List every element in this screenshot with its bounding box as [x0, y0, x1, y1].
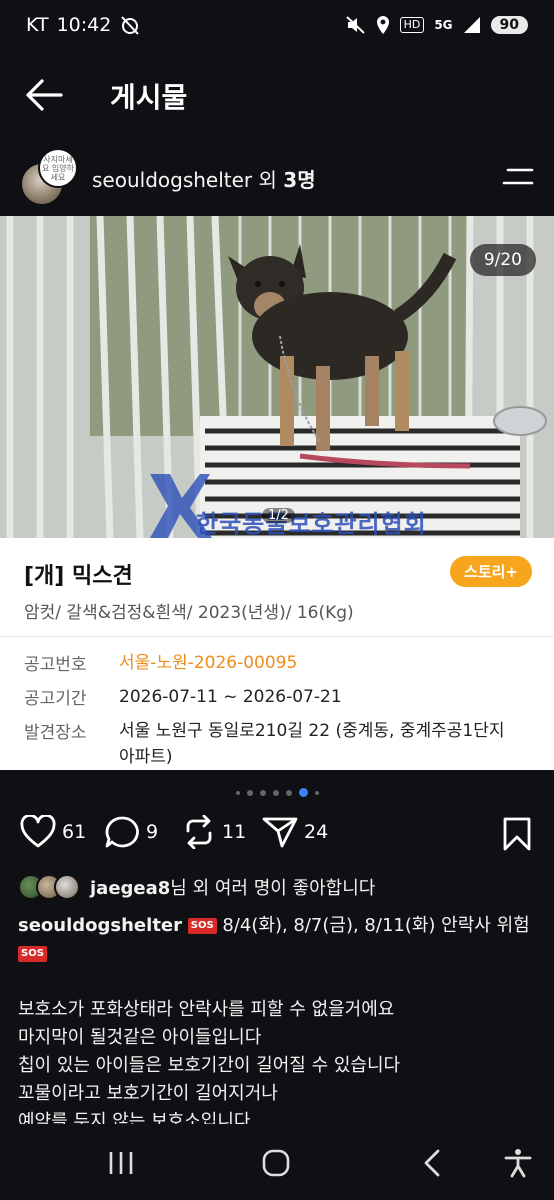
share-count: 24: [304, 821, 329, 843]
carousel-dot-active: [298, 788, 308, 797]
caption-line: 보호소가 포화상태라 안락사를 피할 수 없을거에요: [18, 999, 395, 1020]
top-app-bar: 게시물: [0, 60, 554, 130]
back-nav-icon[interactable]: [418, 1148, 448, 1178]
heart-icon[interactable]: [20, 815, 56, 849]
menu-icon[interactable]: [502, 166, 534, 188]
caption-line: 마지막이 될것같은 아이들입니다: [18, 1027, 262, 1048]
like-count: 61: [62, 821, 87, 843]
like-button[interactable]: 61: [20, 815, 86, 849]
hd-badge: HD: [399, 17, 425, 33]
alarm-off-icon: [121, 16, 140, 35]
found-location-row: 발견장소 서울 노원구 동일로210길 22 (중계동, 중계주공1단지아파트): [24, 718, 519, 770]
send-icon[interactable]: [262, 815, 298, 849]
location-icon: [376, 16, 389, 34]
page-title: 게시물: [110, 81, 188, 114]
animal-info-card[interactable]: [개] 믹스견 스토리+ 암컷/ 갈색&검정&흰색/ 2023(년생)/ 16(…: [0, 538, 554, 770]
post-owner[interactable]: seouldogshelter 외 3명: [92, 164, 316, 193]
animal-title: [개] 믹스견: [24, 564, 133, 589]
comment-button[interactable]: 9: [104, 815, 158, 849]
carousel-dot: [272, 789, 279, 796]
post-header: 사지마세요 입양하세요 seouldogshelter 외 3명: [0, 148, 554, 208]
sos-emoji: SOS: [187, 918, 217, 934]
comment-count: 9: [146, 821, 159, 843]
caption-line: 칩이 있는 아이들은 보호기간이 길어질 수 있습니다: [18, 1055, 401, 1076]
notice-number-value: 서울-노원-2026-00095: [119, 653, 298, 673]
clock: 10:42: [56, 14, 112, 36]
caption-line: 예약를 두지 않는 보호소입니다: [18, 1111, 251, 1124]
carrier-label: KT: [26, 14, 49, 36]
story-button[interactable]: 스토리+: [450, 556, 532, 587]
post-caption: seouldogshelter SOS 8/4(화), 8/7(금), 8/11…: [18, 912, 538, 1124]
comment-icon[interactable]: [104, 815, 140, 849]
liker-username[interactable]: jaegea8: [90, 878, 170, 899]
divider: [0, 636, 554, 637]
carousel-dots: [0, 788, 554, 797]
photo-counter: 9/20: [469, 244, 536, 276]
row-label: 발견장소: [24, 723, 87, 743]
caption-username[interactable]: seouldogshelter: [18, 915, 182, 936]
carousel-dot: [285, 789, 292, 796]
repost-count: 11: [222, 821, 247, 843]
owner-suffix: 외: [258, 168, 277, 192]
carousel-dot: [314, 790, 319, 795]
owner-count[interactable]: 3명: [283, 168, 315, 192]
liked-by-text: jaegea8님 외 여러 명이 좋아합니다: [90, 874, 375, 900]
home-icon[interactable]: [261, 1148, 291, 1178]
action-bar: 61 9 11 24: [0, 815, 554, 859]
notice-period-value: 2026-07-11 ~ 2026-07-21: [119, 687, 342, 707]
avatar-badge: 사지마세요 입양하세요: [38, 148, 78, 188]
system-nav-bar: [0, 1128, 554, 1200]
carousel-dot: [259, 789, 266, 796]
photo-watermark: 한국동물보호관리협회: [196, 510, 427, 538]
notice-period-row: 공고기간 2026-07-11 ~ 2026-07-21: [24, 684, 519, 710]
status-bar: KT 10:42 HD 5G 90: [0, 0, 554, 50]
repost-icon[interactable]: [182, 815, 216, 849]
row-label: 공고번호: [24, 655, 87, 675]
repost-button[interactable]: 11: [182, 815, 246, 849]
bookmark-icon[interactable]: [502, 817, 532, 851]
notice-number-row: 공고번호 서울-노원-2026-00095: [24, 650, 519, 676]
liker-avatar[interactable]: [54, 874, 80, 900]
carousel-dot: [246, 789, 253, 796]
caption-headline: seouldogshelter SOS 8/4(화), 8/7(금), 8/11…: [18, 912, 538, 968]
network-label: 5G: [434, 18, 453, 32]
sos-emoji: SOS: [18, 946, 47, 962]
caption-line: 꼬물이라고 보호기간이 길어지거나: [18, 1083, 278, 1104]
avatar-group[interactable]: 사지마세요 입양하세요: [20, 148, 84, 208]
row-label: 공고기간: [24, 689, 87, 709]
signal-icon: [463, 17, 480, 33]
carousel-dot: [235, 790, 240, 795]
found-location-value: 서울 노원구 동일로210길 22 (중계동, 중계주공1단지아파트): [119, 721, 505, 767]
photo-sub-counter: 1/2: [262, 508, 295, 523]
liked-by-suffix: 님 외 여러 명이 좋아합니다: [170, 878, 376, 899]
back-arrow-icon[interactable]: [24, 78, 64, 112]
animal-details: 암컷/ 갈색&검정&흰색/ 2023(년생)/ 16(Kg): [24, 603, 354, 623]
share-button[interactable]: 24: [262, 815, 328, 849]
recent-apps-icon[interactable]: [106, 1148, 136, 1178]
caption-headline-text: 8/4(화), 8/7(금), 8/11(화) 안락사 위험: [222, 915, 530, 936]
post-photo[interactable]: 한국동물보호관리협회 9/20 1/2: [0, 216, 554, 538]
battery-indicator: 90: [490, 16, 528, 34]
owner-username[interactable]: seouldogshelter: [92, 168, 252, 192]
liked-by-row[interactable]: jaegea8님 외 여러 명이 좋아합니다: [18, 874, 375, 900]
accessibility-icon[interactable]: [503, 1148, 533, 1178]
mute-icon: [345, 16, 365, 34]
